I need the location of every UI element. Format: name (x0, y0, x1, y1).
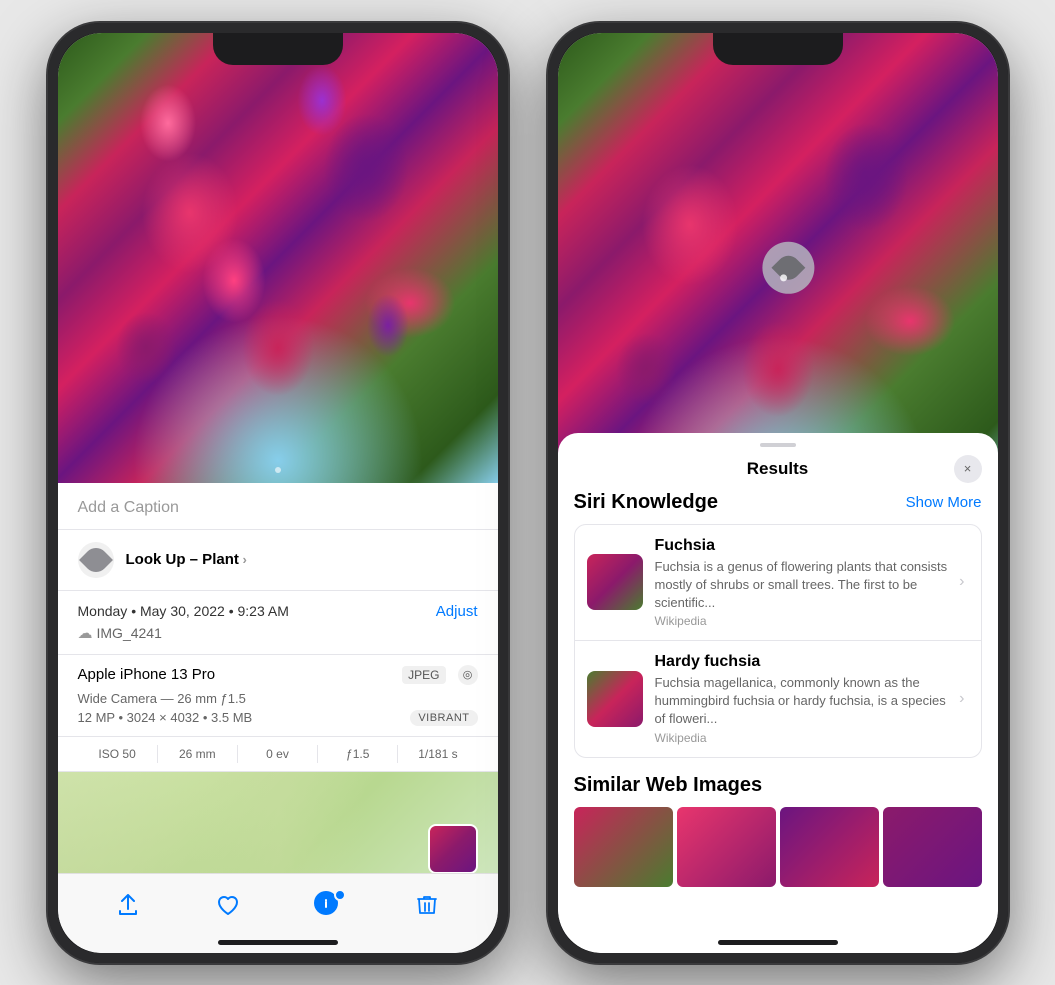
siri-knowledge-title: Siri Knowledge (574, 491, 718, 514)
shutter-value: 1/181 s (398, 745, 477, 763)
hardy-fuchsia-title: Hardy fuchsia (655, 653, 948, 671)
similar-image-2[interactable] (677, 807, 776, 887)
share-button[interactable] (113, 890, 143, 920)
tech-specs: ISO 50 26 mm 0 ev ƒ1.5 1/181 s (58, 737, 498, 772)
map-thumbnail (428, 824, 478, 874)
home-bar (218, 940, 338, 945)
sheet-title: Results (747, 459, 808, 479)
results-sheet: Results × Siri Knowledge Show More (558, 433, 998, 953)
fuchsia-description: Fuchsia is a genus of flowering plants t… (655, 558, 948, 613)
phone-1: Add a Caption Look Up – Plant › Monday •… (48, 23, 508, 963)
chevron-right-icon-2: › (959, 690, 964, 708)
fuchsia-text: Fuchsia Fuchsia is a genus of flowering … (655, 537, 948, 629)
show-more-button[interactable]: Show More (906, 494, 982, 511)
close-icon: × (964, 461, 972, 476)
knowledge-item-hardy-fuchsia[interactable]: Hardy fuchsia Fuchsia magellanica, commo… (575, 641, 981, 757)
lookup-dot (780, 274, 787, 281)
lookup-section[interactable]: Look Up – Plant › (58, 530, 498, 591)
phone-2: Results × Siri Knowledge Show More (548, 23, 1008, 963)
aperture-value: ƒ1.5 (318, 745, 398, 763)
format-badge: JPEG (402, 666, 445, 684)
focal-value: 26 mm (158, 745, 238, 763)
map-section[interactable] (58, 772, 498, 882)
fuchsia-title: Fuchsia (655, 537, 948, 555)
caption-area[interactable]: Add a Caption (58, 483, 498, 530)
flower-image[interactable] (58, 33, 498, 483)
close-button[interactable]: × (954, 455, 982, 483)
lookup-text[interactable]: Look Up – Plant › (126, 551, 247, 568)
favorite-button[interactable] (213, 890, 243, 920)
notch (213, 33, 343, 65)
camera-type: Wide Camera — 26 mm ƒ1.5 (78, 691, 246, 706)
caption-placeholder[interactable]: Add a Caption (78, 499, 179, 516)
similar-section: Similar Web Images (574, 774, 982, 887)
leaf-icon-overlay (771, 250, 805, 284)
page-indicator-2 (775, 495, 781, 501)
iso-value: ISO 50 (78, 745, 158, 763)
visual-lookup-overlay[interactable] (762, 241, 814, 293)
similar-image-3[interactable] (780, 807, 879, 887)
siri-icon (78, 542, 114, 578)
sheet-header: Results × (558, 447, 998, 491)
ev-value: 0 ev (238, 745, 318, 763)
knowledge-item-fuchsia[interactable]: Fuchsia Fuchsia is a genus of flowering … (575, 525, 981, 642)
home-bar-2 (718, 940, 838, 945)
meta-section: Monday • May 30, 2022 • 9:23 AM Adjust ☁… (58, 591, 498, 655)
location-icon: ◎ (458, 665, 478, 685)
knowledge-card: Fuchsia Fuchsia is a genus of flowering … (574, 524, 982, 758)
hardy-fuchsia-source: Wikipedia (655, 731, 948, 745)
fuchsia-thumbnail (587, 554, 643, 610)
visual-lookup-button[interactable] (314, 891, 342, 919)
filter-badge: VIBRANT (410, 710, 477, 726)
photo-info: Add a Caption Look Up – Plant › Monday •… (58, 483, 498, 882)
page-indicator (275, 467, 281, 473)
similar-image-1[interactable] (574, 807, 673, 887)
delete-button[interactable] (412, 890, 442, 920)
lookup-arrow: › (239, 552, 247, 567)
sheet-content: Siri Knowledge Show More Fuchsia Fuchsia… (558, 491, 998, 887)
hardy-fuchsia-text: Hardy fuchsia Fuchsia magellanica, commo… (655, 653, 948, 745)
phone-1-screen: Add a Caption Look Up – Plant › Monday •… (58, 33, 498, 953)
similar-image-4[interactable] (883, 807, 982, 887)
filename-row: ☁ IMG_4241 (78, 624, 478, 642)
leaf-icon (79, 543, 113, 577)
adjust-button[interactable]: Adjust (436, 603, 478, 620)
filename: IMG_4241 (97, 625, 162, 641)
fuchsia-source: Wikipedia (655, 614, 948, 628)
similar-title: Similar Web Images (574, 774, 982, 797)
photo-date: Monday • May 30, 2022 • 9:23 AM (78, 603, 289, 619)
notch-2 (713, 33, 843, 65)
similar-images-grid[interactable] (574, 807, 982, 887)
hardy-fuchsia-description: Fuchsia magellanica, commonly known as t… (655, 674, 948, 729)
device-section: Apple iPhone 13 Pro JPEG ◎ Wide Camera —… (58, 655, 498, 737)
hardy-fuchsia-thumbnail (587, 671, 643, 727)
lookup-subject: Plant (198, 551, 239, 568)
device-name: Apple iPhone 13 Pro (78, 666, 216, 683)
chevron-right-icon: › (959, 573, 964, 591)
resolution: 12 MP • 3024 × 4032 • 3.5 MB (78, 710, 253, 725)
phone-2-screen: Results × Siri Knowledge Show More (558, 33, 998, 953)
info-badge (334, 889, 346, 901)
lookup-label: Look Up – (126, 551, 199, 568)
